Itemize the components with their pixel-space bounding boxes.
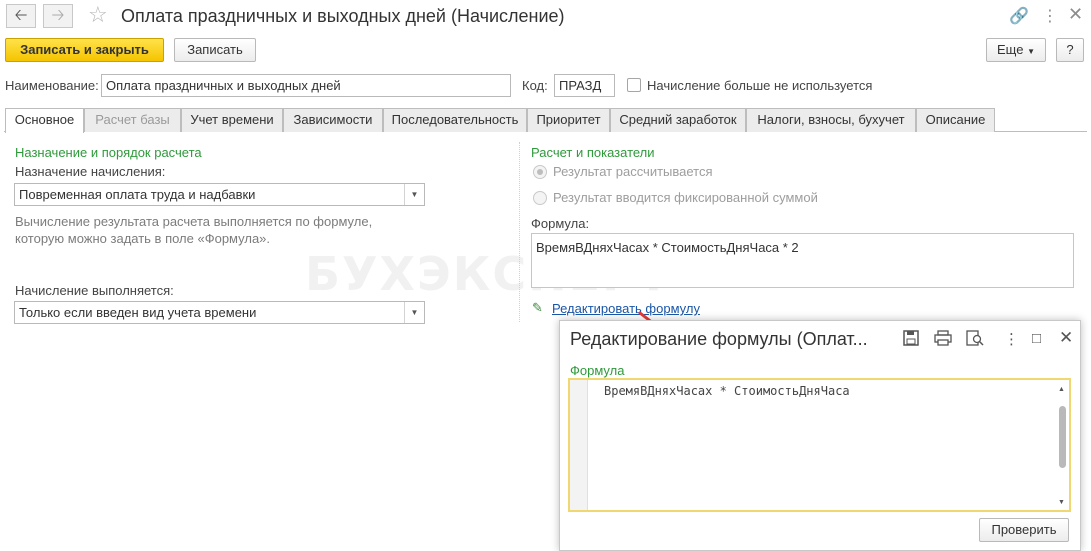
tab-priority[interactable]: Приоритет: [527, 108, 610, 132]
unused-checkbox[interactable]: [627, 78, 641, 92]
line-number-gutter: [570, 380, 588, 510]
save-and-close-button[interactable]: Записать и закрыть: [5, 38, 164, 62]
check-button[interactable]: Проверить: [979, 518, 1069, 542]
arrow-left-icon: 🡠: [14, 7, 28, 24]
tab-dependencies[interactable]: Зависимости: [283, 108, 383, 132]
tab-main[interactable]: Основное: [5, 108, 84, 133]
star-icon[interactable]: ☆: [88, 2, 108, 28]
tab-average-earnings[interactable]: Средний заработок: [610, 108, 746, 132]
chevron-down-icon: ▼: [1027, 47, 1035, 56]
tab-description[interactable]: Описание: [916, 108, 995, 132]
vertical-dots-icon[interactable]: ⋮: [1004, 330, 1019, 348]
formula-code-editor[interactable]: ВремяВДняхЧасах * СтоимостьДняЧаса ▲ ▼: [568, 378, 1071, 512]
help-button[interactable]: ?: [1056, 38, 1084, 62]
printer-icon[interactable]: [934, 330, 952, 350]
tab-base-calculation[interactable]: Расчет базы: [84, 108, 181, 132]
chevron-down-icon[interactable]: ▼: [404, 302, 424, 323]
column-divider: [519, 142, 520, 322]
radio-calculated[interactable]: [533, 165, 547, 179]
dialog-formula-label: Формула: [570, 363, 625, 378]
vertical-dots-icon[interactable]: ⋮: [1042, 6, 1058, 26]
unused-checkbox-label: Начисление больше не используется: [647, 78, 873, 93]
formula-hint-line1: Вычисление результата расчета выполняетс…: [15, 214, 373, 229]
link-icon[interactable]: 🔗: [1009, 6, 1029, 26]
tab-time-accounting[interactable]: Учет времени: [181, 108, 283, 132]
vertical-scrollbar[interactable]: ▲ ▼: [1057, 382, 1067, 508]
close-icon[interactable]: ✕: [1059, 328, 1073, 348]
dialog-title: Редактирование формулы (Оплат...: [570, 329, 868, 349]
code-label: Код:: [522, 78, 548, 93]
edit-formula-dialog: Редактирование формулы (Оплат... ⋮ □ ✕ Ф…: [559, 320, 1081, 551]
purpose-label: Назначение начисления:: [15, 164, 166, 179]
name-field[interactable]: Оплата праздничных и выходных дней: [101, 74, 511, 97]
name-label: Наименование:: [5, 78, 99, 93]
code-field[interactable]: ПРАЗД: [554, 74, 615, 97]
tab-taxes[interactable]: Налоги, взносы, бухучет: [746, 108, 916, 132]
back-button[interactable]: 🡠: [6, 4, 36, 28]
scroll-thumb[interactable]: [1059, 406, 1066, 468]
floppy-disk-icon[interactable]: [903, 330, 919, 350]
exec-select[interactable]: Только если введен вид учета времени ▼: [14, 301, 425, 324]
exec-label: Начисление выполняется:: [15, 283, 174, 298]
radio-calculated-label: Результат рассчитывается: [553, 164, 713, 179]
pencil-icon: ✎: [532, 300, 543, 315]
arrow-right-icon: 🡢: [51, 7, 65, 24]
more-button[interactable]: Еще ▼: [986, 38, 1046, 62]
calc-section-title: Расчет и показатели: [531, 145, 655, 160]
save-button[interactable]: Записать: [174, 38, 256, 62]
maximize-icon[interactable]: □: [1032, 330, 1041, 347]
radio-fixed-label: Результат вводится фиксированной суммой: [553, 190, 818, 205]
close-icon[interactable]: ✕: [1068, 4, 1083, 25]
formula-hint-line2: которую можно задать в поле «Формула».: [15, 231, 271, 246]
print-preview-icon[interactable]: [966, 330, 984, 350]
radio-fixed[interactable]: [533, 191, 547, 205]
formula-field[interactable]: ВремяВДняхЧасах * СтоимостьДняЧаса * 2: [531, 233, 1074, 288]
chevron-down-icon[interactable]: ▼: [404, 184, 424, 205]
forward-button[interactable]: 🡢: [43, 4, 73, 28]
scroll-up-icon[interactable]: ▲: [1058, 386, 1065, 393]
scroll-down-icon[interactable]: ▼: [1058, 499, 1065, 506]
purpose-section-title: Назначение и порядок расчета: [15, 145, 202, 160]
formula-label: Формула:: [531, 216, 590, 231]
edit-formula-link[interactable]: Редактировать формулу: [552, 301, 700, 316]
formula-code: ВремяВДняхЧасах * СтоимостьДняЧаса: [604, 384, 850, 398]
purpose-select[interactable]: Повременная оплата труда и надбавки ▼: [14, 183, 425, 206]
tab-sequence[interactable]: Последовательность: [383, 108, 527, 132]
page-title: Оплата праздничных и выходных дней (Начи…: [121, 6, 565, 26]
